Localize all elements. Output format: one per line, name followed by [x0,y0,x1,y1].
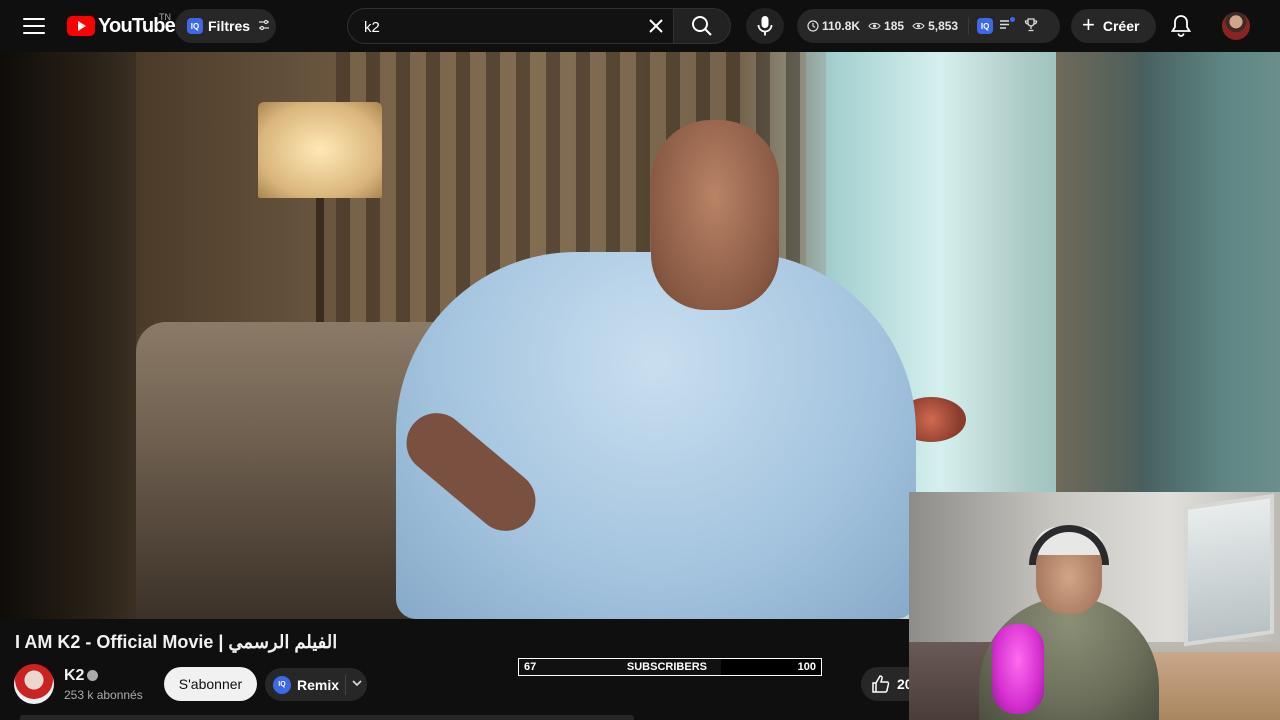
notifications-bell-icon[interactable] [1168,13,1196,39]
microphone-light [992,624,1044,714]
microphone-button[interactable] [746,8,784,44]
search-box [347,8,673,44]
webcam-overlay [909,492,1280,720]
subscribe-button[interactable]: S'abonner [164,667,257,701]
playlist-icon[interactable] [999,17,1016,33]
subscriber-count: 253 k abonnés [64,688,143,702]
chevron-down-icon[interactable] [352,679,362,690]
filters-label: Filtres [208,18,251,34]
filters-button[interactable]: IQ Filtres [175,9,276,43]
thumbs-up-icon [872,675,890,693]
viewers-stat: 185 [868,19,904,33]
channel-avatar[interactable] [14,664,54,704]
top-bar: YouTube TN IQ Filtres 110.8K 185 5,853 [0,0,1280,52]
watch-time-stat: 110.8K [807,19,860,33]
scene-person-head [651,120,779,310]
scene-lamp [258,102,382,198]
remix-label: Remix [297,676,340,693]
play-logo-icon [67,16,95,36]
plus-icon: + [1082,12,1095,37]
stats-divider [968,17,970,35]
account-avatar[interactable] [1222,12,1250,40]
create-label: Créer [1102,18,1140,34]
views-stat: 5,853 [912,19,958,33]
ambient-right [1143,52,1280,492]
eye-icon [912,22,925,30]
subscriber-goal-bar: 67 SUBSCRIBERS 100 [518,658,822,676]
verified-icon [87,670,98,681]
ambient-left [0,52,136,619]
clear-search-icon[interactable] [640,12,672,40]
search-icon [692,16,712,36]
goal-label: SUBSCRIBERS [626,661,707,673]
microphone-icon [757,16,773,36]
stats-pill[interactable]: 110.8K 185 5,853 IQ [797,9,1060,43]
goal-current: 67 [524,661,537,673]
description-box-edge [20,715,634,720]
video-title: I AM K2 - Official Movie | الفيلم الرسمي [15,632,338,652]
create-button[interactable]: + Créer [1071,9,1156,43]
search-input[interactable] [364,17,624,37]
goal-target: 100 [797,661,816,673]
search-button[interactable] [673,8,731,44]
country-code: TN [159,12,171,22]
trophy-icon[interactable] [1024,17,1038,35]
eye-icon [868,22,881,30]
hamburger-menu-icon[interactable] [20,14,48,38]
tune-icon [258,19,270,34]
iq-icon[interactable]: IQ [977,18,994,34]
remix-button[interactable]: IQ Remix [265,668,367,701]
iq-icon: IQ [187,18,203,34]
channel-name[interactable]: K2 [64,667,84,685]
iq-icon: IQ [273,675,291,694]
clock-icon [807,20,819,32]
